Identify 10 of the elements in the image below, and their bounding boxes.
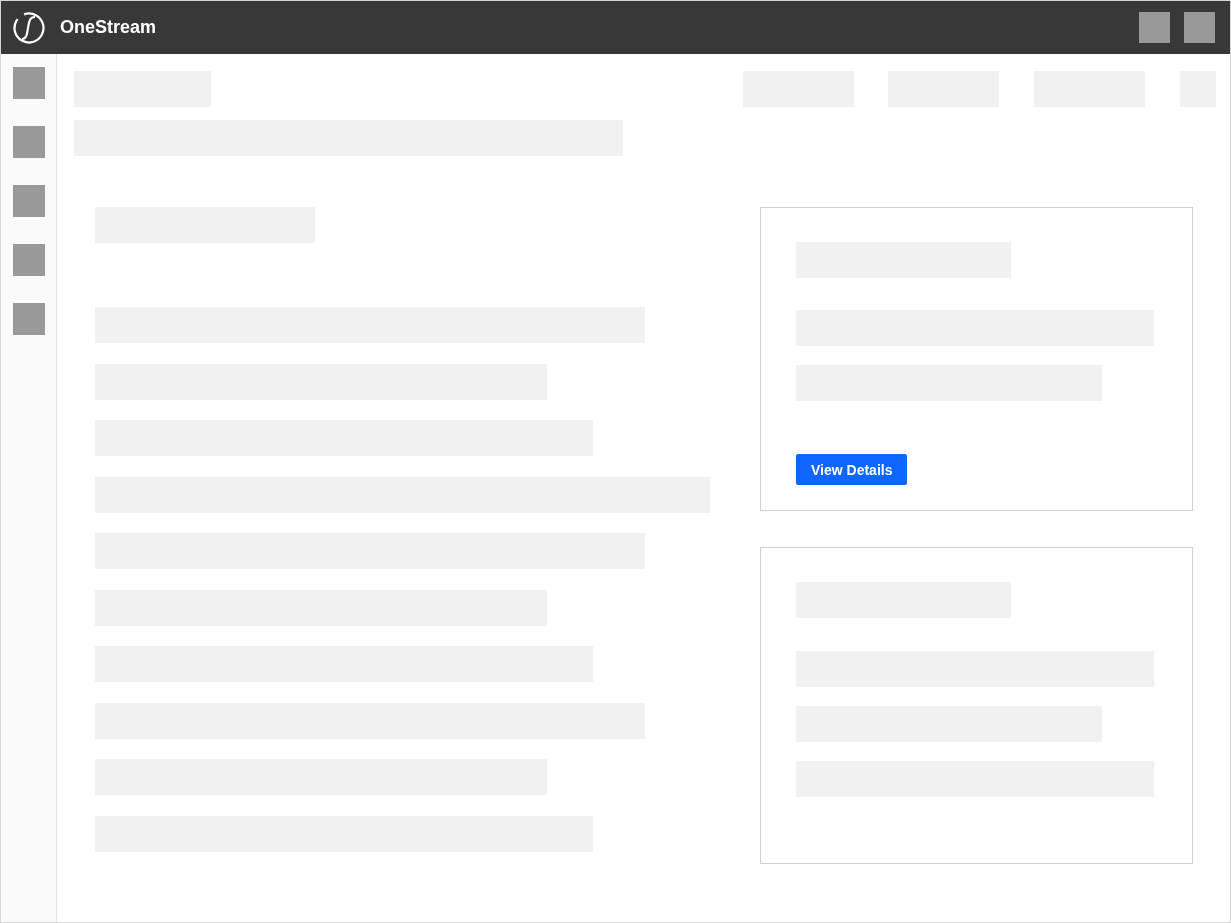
sidebar-icon[interactable] — [13, 126, 45, 158]
header-icon[interactable] — [1139, 12, 1170, 43]
sidebar-icon[interactable] — [13, 303, 45, 335]
view-details-button[interactable]: View Details — [796, 454, 908, 485]
header-icon[interactable] — [1184, 12, 1215, 43]
sidebar-icon[interactable] — [13, 67, 45, 99]
logo-icon — [12, 10, 46, 45]
app-name: OneStream — [60, 17, 157, 38]
sidebar-icon[interactable] — [13, 185, 45, 217]
sidebar-icon[interactable] — [13, 244, 45, 276]
